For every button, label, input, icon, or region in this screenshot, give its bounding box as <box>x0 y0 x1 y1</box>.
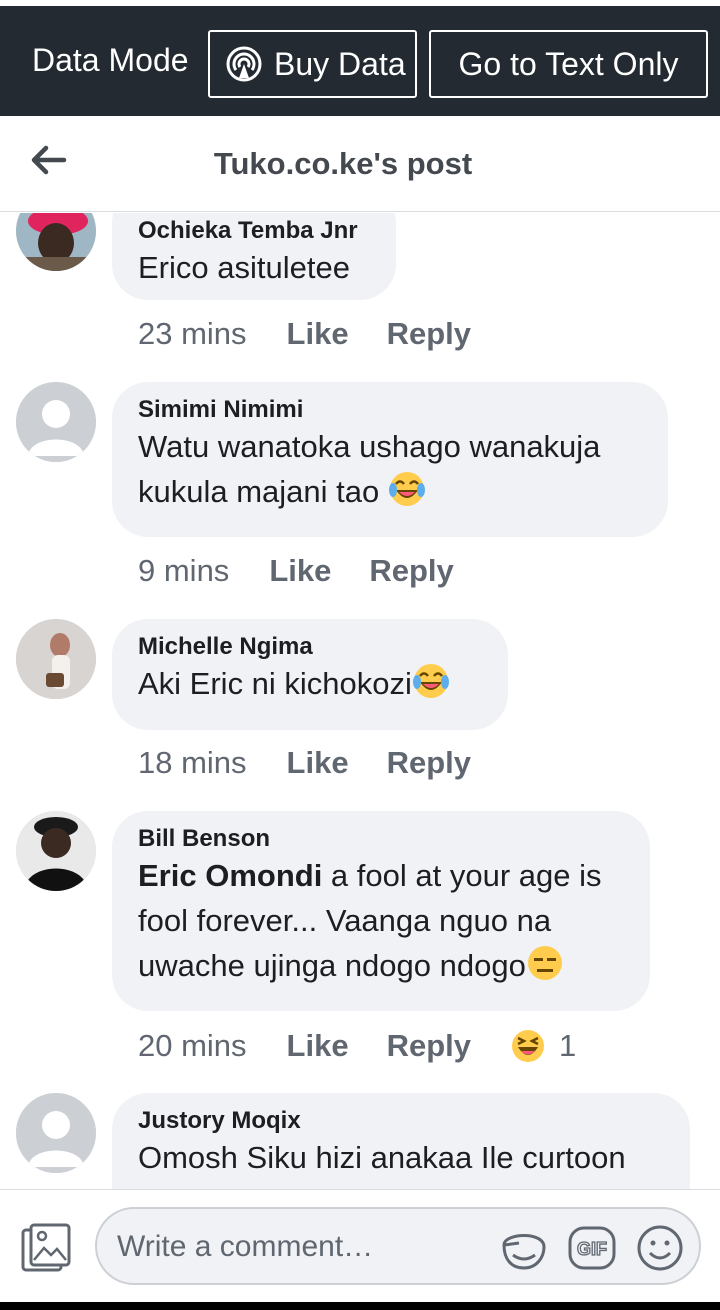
comment-feed[interactable]: Ochieka Temba Jnr Erico asituletee 23 mi… <box>0 213 720 1189</box>
post-header: Tuko.co.ke's post <box>0 116 720 212</box>
expressionless-emoji-icon <box>527 946 562 980</box>
laughing-tears-emoji-icon <box>412 664 449 698</box>
comment-meta: 9 mins Like Reply <box>138 553 492 589</box>
user-photo-icon <box>16 213 96 271</box>
reaction-summary[interactable]: 1 <box>509 1027 576 1065</box>
user-photo-icon <box>16 811 96 891</box>
comment-text-line: kukula majani tao <box>138 469 642 514</box>
comment-text-line: Eric Omondi a fool at your age is <box>138 853 624 898</box>
comment-composer: Write a comment… GIF <box>0 1189 720 1310</box>
reply-button[interactable]: Reply <box>387 745 471 781</box>
avatar[interactable] <box>16 382 96 462</box>
comment-text-fragment: uwache ujinga ndogo ndogo <box>138 948 526 983</box>
buy-data-button[interactable]: Buy Data <box>208 30 417 98</box>
user-photo-icon <box>16 619 96 699</box>
comment-meta: 23 mins Like Reply <box>138 316 509 352</box>
comment-author[interactable]: Ochieka Temba Jnr <box>138 217 370 245</box>
comment-time[interactable]: 9 mins <box>138 553 229 589</box>
comment-time[interactable]: 23 mins <box>138 316 247 352</box>
laughing-tears-emoji-icon <box>388 472 425 506</box>
comment-time[interactable]: 18 mins <box>138 745 247 781</box>
comment-bubble[interactable]: Justory Moqix Omosh Siku hizi anakaa Ile… <box>112 1093 690 1189</box>
data-mode-label: Data Mode <box>32 42 189 78</box>
comment-author[interactable]: Michelle Ngima <box>138 633 482 661</box>
comment-author[interactable]: Simimi Nimimi <box>138 396 642 424</box>
comment-author[interactable]: Justory Moqix <box>138 1107 664 1135</box>
default-avatar-icon <box>16 1093 96 1173</box>
avatar[interactable] <box>16 619 96 699</box>
comment-bubble[interactable]: Michelle Ngima Aki Eric ni kichokozi <box>112 619 508 730</box>
comment-placeholder: Write a comment… <box>117 1230 374 1263</box>
comment-bubble[interactable]: Simimi Nimimi Watu wanatoka ushago wanak… <box>112 382 668 537</box>
comment-author[interactable]: Bill Benson <box>138 825 624 853</box>
sticker-icon[interactable] <box>499 1223 549 1273</box>
comment-input[interactable]: Write a comment… GIF <box>95 1207 701 1285</box>
reply-button[interactable]: Reply <box>387 1028 471 1064</box>
reply-button[interactable]: Reply <box>387 316 471 352</box>
comment-text: Omosh Siku hizi anakaa Ile curtoon <box>138 1140 626 1175</box>
text-only-label: Go to Text Only <box>458 45 679 82</box>
default-avatar-icon <box>16 382 96 462</box>
comment-time[interactable]: 20 mins <box>138 1028 247 1064</box>
comment-bubble[interactable]: Ochieka Temba Jnr Erico asituletee <box>112 213 396 300</box>
data-mode-bar: Data Mode Buy Data Go to Text Only <box>0 0 720 116</box>
avatar[interactable] <box>16 213 96 271</box>
like-button[interactable]: Like <box>287 316 349 352</box>
avatar[interactable] <box>16 811 96 891</box>
comment-meta: 20 mins Like Reply 1 <box>138 1027 576 1065</box>
photo-icon[interactable] <box>20 1222 72 1274</box>
reaction-count: 1 <box>559 1028 577 1063</box>
comment-text-line: uwache ujinga ndogo ndogo <box>138 943 624 988</box>
broadcast-icon <box>226 46 262 82</box>
comment-bubble[interactable]: Bill Benson Eric Omondi a fool at your a… <box>112 811 650 1011</box>
comment-text-fragment: kukula majani tao <box>138 474 380 509</box>
like-button[interactable]: Like <box>269 553 331 589</box>
system-nav-strip <box>0 1302 720 1310</box>
buy-data-label: Buy Data <box>274 45 406 82</box>
like-button[interactable]: Like <box>287 745 349 781</box>
mention-link[interactable]: Eric Omondi <box>138 858 322 893</box>
svg-text:GIF: GIF <box>577 1239 607 1259</box>
gif-icon[interactable]: GIF <box>567 1223 617 1273</box>
text-only-button[interactable]: Go to Text Only <box>429 30 708 98</box>
avatar[interactable] <box>16 1093 96 1173</box>
comment-text-fragment: Aki Eric ni kichokozi <box>138 666 412 701</box>
comment-text-line: Watu wanatoka ushago wanakuja <box>138 429 601 464</box>
page-title: Tuko.co.ke's post <box>213 146 473 181</box>
haha-reaction-icon <box>512 1030 544 1062</box>
comment-text-line: fool forever... Vaanga nguo na <box>138 903 552 938</box>
comment-text: Erico asituletee <box>138 250 350 285</box>
emoji-icon[interactable] <box>635 1223 685 1273</box>
comment-text-line: Aki Eric ni kichokozi <box>138 661 482 706</box>
like-button[interactable]: Like <box>287 1028 349 1064</box>
comment-meta: 18 mins Like Reply <box>138 745 509 781</box>
reply-button[interactable]: Reply <box>369 553 453 589</box>
comment-text-fragment: a fool at your age is <box>322 858 602 893</box>
